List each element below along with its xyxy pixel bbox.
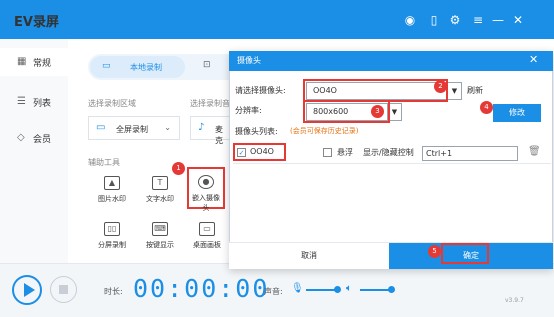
float-label: 悬浮 [337,148,353,157]
sidebar-item-general[interactable]: ▦ 常规 [0,48,68,76]
modify-button[interactable]: 修改 [493,104,541,122]
chevron-down-icon: ▼ [447,83,461,99]
tool-label: 分屏录制 [98,241,126,249]
shortcut-input[interactable]: Ctrl+1 [422,146,518,161]
chevron-down-icon: ⌄ [164,123,171,132]
tab-label: 本地录制 [130,63,162,72]
tool-label: 嵌入摄像头 [192,194,220,212]
tab-other-icon[interactable]: ⊡ [203,60,211,70]
refresh-link[interactable]: 刷新 [467,85,483,96]
mic-volume-knob[interactable] [334,286,341,293]
sidebar-item-list[interactable]: ☰ 列表 [0,88,68,116]
camera-select-label: 请选择摄像头: [235,86,286,95]
confirm-highlight [441,243,489,264]
tool-label: 图片水印 [98,195,126,203]
sidebar-item-label: 常规 [33,59,52,69]
stop-button[interactable] [50,276,77,303]
dialog-title-bar [229,51,553,71]
dialog-close-icon[interactable]: ✕ [529,53,538,66]
area-select[interactable]: ▭ 全屏录制 ⌄ [88,116,180,140]
area-value: 全屏录制 [116,125,148,134]
user-icon[interactable]: ◉ [402,12,418,28]
camera-list-name: OO4O [250,147,274,156]
camera-select-highlight [303,79,448,102]
tool-desktop-board[interactable]: ▭ 桌面画板 [187,220,227,260]
duration-label: 时长: [104,287,123,296]
member-note: (会员可保存历史记录) [290,127,359,135]
speaker-icon[interactable]: 🔈︎ [346,283,352,294]
close-icon[interactable]: ✕ [510,12,526,28]
divider [233,163,551,164]
tool-key-display[interactable]: ⌨ 按键显示 [140,220,180,260]
toggle-control-label: 显示/隐藏控制 [363,148,414,157]
monitor-icon: ▭ [102,61,111,71]
trash-icon[interactable]: 🗑︎ [528,146,541,157]
app-title: EV录屏 [14,15,59,30]
sidebar-item-label: 列表 [33,99,52,109]
minimize-icon[interactable]: — [490,12,506,28]
cancel-button[interactable]: 取消 [229,243,389,269]
play-button[interactable] [12,275,42,305]
grid-icon: ▦ [17,56,27,67]
camera-list-label: 摄像头列表: [235,127,278,136]
resolution-label: 分辨率: [235,106,262,115]
step-badge-1: 1 [172,162,185,175]
speaker-volume-knob[interactable] [388,286,395,293]
tool-image-watermark[interactable]: ▲ 图片水印 [92,174,132,214]
sidebar-item-label: 会员 [33,135,52,145]
step-badge-3: 3 [371,105,384,118]
keyboard-icon: ⌨ [152,222,168,236]
tools-label: 辅助工具 [88,158,120,167]
microphone-icon[interactable]: 🎙︎ [291,283,304,294]
camera-enable-checkbox[interactable]: ✓ [237,148,246,157]
stop-icon [59,285,68,294]
camera-icon: ● [198,175,214,189]
float-checkbox[interactable] [323,148,332,157]
tool-text-watermark[interactable]: T 文字水印 [140,174,180,214]
tool-label: 桌面画板 [193,241,221,249]
tool-embed-camera[interactable]: ● 嵌入摄像头 [187,167,225,212]
audio-select[interactable]: ♪ 麦克 [190,116,230,145]
speaker-icon: ♪ [198,122,205,133]
sidebar-item-member[interactable]: ◇ 会员 [0,124,68,152]
monitor-icon: ▭ [96,122,106,133]
play-icon [24,283,35,297]
audio-value: 麦克 [215,125,223,145]
dialog-title: 摄像头 [237,56,261,65]
board-icon: ▭ [199,222,215,236]
image-icon: ▲ [104,176,120,190]
list-icon: ☰ [17,96,26,107]
version-label: v3.9.7 [505,297,524,304]
tool-split-screen[interactable]: ▯▯ 分屏录制 [92,220,132,260]
diamond-icon: ◇ [17,132,25,143]
tool-label: 按键显示 [146,241,174,249]
tool-label: 文字水印 [146,195,174,203]
phone-icon[interactable]: ▯ [426,12,442,28]
step-badge-2: 2 [434,80,447,93]
step-badge-4: 4 [480,101,493,114]
split-screen-icon: ▯▯ [104,222,120,236]
menu-icon[interactable]: ≡ [470,12,486,28]
volume-label: 声音: [264,287,283,296]
tab-local-record[interactable]: ▭ 本地录制 [90,56,185,78]
text-icon: T [152,176,168,190]
record-timer: 00:00:00 [133,274,270,303]
settings-icon[interactable]: ⚙ [447,12,463,28]
step-badge-5: 5 [428,245,441,258]
audio-label: 选择录制音 [190,99,230,108]
area-label: 选择录制区域 [88,99,136,108]
